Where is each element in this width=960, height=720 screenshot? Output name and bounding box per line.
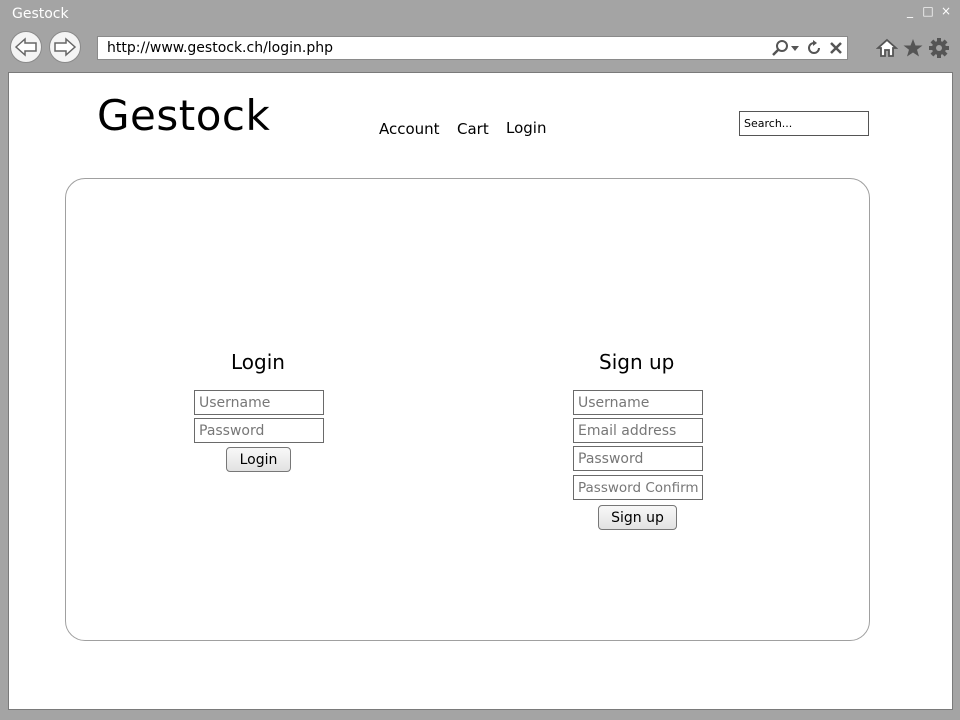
forward-arrow-icon: [54, 37, 77, 57]
browser-toolbar: [876, 37, 950, 59]
gear-icon[interactable]: [928, 37, 950, 59]
back-button[interactable]: [10, 31, 42, 63]
login-username-field[interactable]: [194, 390, 324, 415]
maximize-button[interactable]: □: [922, 4, 934, 18]
close-window-button[interactable]: ×: [940, 4, 952, 18]
star-icon[interactable]: [902, 38, 924, 58]
site-logo[interactable]: Gestock: [97, 91, 270, 140]
back-arrow-icon: [14, 37, 37, 57]
search-icon[interactable]: [771, 39, 791, 57]
stop-icon[interactable]: [829, 41, 843, 55]
signup-password-field[interactable]: [573, 446, 703, 471]
refresh-icon[interactable]: [805, 39, 823, 57]
site-search-input[interactable]: [739, 111, 869, 136]
signup-password-confirm-field[interactable]: [573, 475, 703, 500]
signup-username-field[interactable]: [573, 390, 703, 415]
nav-cart[interactable]: Cart: [457, 120, 489, 138]
dropdown-icon[interactable]: [791, 44, 799, 52]
window-controls: _ □ ×: [904, 4, 952, 18]
content-panel: Login Login Sign up Sign up: [65, 178, 870, 641]
login-title: Login: [231, 350, 285, 374]
url-text: http://www.gestock.ch/login.php: [107, 40, 333, 56]
nav-login[interactable]: Login: [506, 119, 546, 137]
nav-account[interactable]: Account: [379, 120, 440, 138]
forward-button[interactable]: [49, 31, 81, 63]
signup-title: Sign up: [599, 350, 675, 374]
login-button[interactable]: Login: [226, 447, 291, 472]
minimize-button[interactable]: _: [904, 4, 916, 18]
home-icon[interactable]: [876, 38, 898, 58]
signup-email-field[interactable]: [573, 418, 703, 443]
signup-button[interactable]: Sign up: [598, 505, 677, 530]
window-title: Gestock: [12, 6, 69, 22]
page-viewport: Gestock Account Cart Login Login Login S…: [8, 72, 953, 710]
login-password-field[interactable]: [194, 418, 324, 443]
address-bar[interactable]: http://www.gestock.ch/login.php: [97, 36, 848, 60]
